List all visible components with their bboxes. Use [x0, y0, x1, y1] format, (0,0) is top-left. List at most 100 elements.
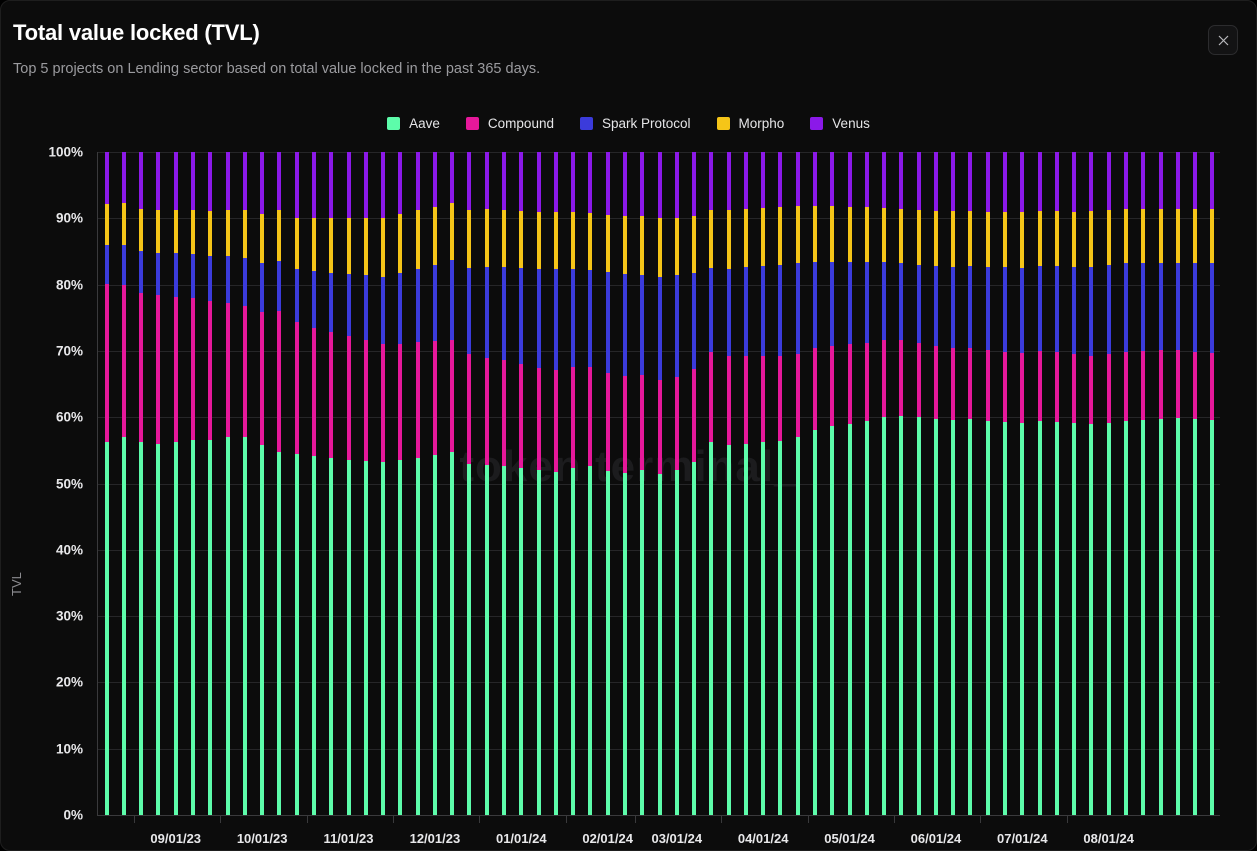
- stacked-bar[interactable]: [121, 152, 126, 815]
- stacked-bar[interactable]: [622, 152, 627, 815]
- stacked-bar[interactable]: [381, 152, 386, 815]
- stacked-bar[interactable]: [277, 152, 282, 815]
- stacked-bar[interactable]: [1175, 152, 1180, 815]
- stacked-bar[interactable]: [294, 152, 299, 815]
- stacked-bar[interactable]: [864, 152, 869, 815]
- stacked-bar[interactable]: [173, 152, 178, 815]
- stacked-bar[interactable]: [1054, 152, 1059, 815]
- legend-item-compound[interactable]: Compound: [465, 116, 554, 131]
- bar-segment-morpho: [951, 211, 956, 267]
- bar-segment-morpho: [847, 207, 852, 263]
- bar-segment-aave: [1037, 421, 1042, 815]
- stacked-bar[interactable]: [588, 152, 593, 815]
- bar-segment-compound: [415, 342, 420, 458]
- close-button[interactable]: [1208, 25, 1238, 55]
- stacked-bar[interactable]: [951, 152, 956, 815]
- bar-segment-venus: [225, 152, 230, 210]
- stacked-bar[interactable]: [242, 152, 247, 815]
- stacked-bar[interactable]: [985, 152, 990, 815]
- stacked-bar[interactable]: [743, 152, 748, 815]
- stacked-bar[interactable]: [1123, 152, 1128, 815]
- stacked-bar[interactable]: [640, 152, 645, 815]
- bar-segment-spark-protocol: [432, 265, 437, 341]
- bar-segment-venus: [502, 152, 506, 210]
- stacked-bar[interactable]: [519, 152, 524, 815]
- stacked-bar[interactable]: [968, 152, 973, 815]
- stacked-bar[interactable]: [536, 152, 541, 815]
- legend-item-venus[interactable]: Venus: [810, 116, 870, 131]
- stacked-bar[interactable]: [812, 152, 817, 815]
- bar-segment-morpho: [104, 203, 109, 245]
- bar-segment-aave: [882, 417, 887, 815]
- legend-swatch-icon: [465, 117, 479, 130]
- stacked-bar[interactable]: [795, 152, 800, 815]
- bar-segment-aave: [1089, 423, 1094, 815]
- stacked-bar[interactable]: [1072, 152, 1077, 815]
- legend-item-aave[interactable]: Aave: [387, 116, 440, 131]
- stacked-bar[interactable]: [311, 152, 316, 815]
- stacked-bar[interactable]: [450, 152, 455, 815]
- x-axis-tick-mark: [565, 816, 567, 823]
- stacked-bar[interactable]: [847, 152, 852, 815]
- bar-segment-aave: [1054, 421, 1059, 815]
- stacked-bar[interactable]: [415, 152, 420, 815]
- stacked-bar[interactable]: [432, 152, 437, 815]
- stacked-bar[interactable]: [329, 152, 334, 815]
- bar-segment-venus: [795, 152, 800, 207]
- bar-segment-compound: [933, 345, 938, 419]
- stacked-bar[interactable]: [709, 152, 714, 815]
- stacked-bar[interactable]: [657, 152, 662, 815]
- stacked-bar[interactable]: [467, 152, 472, 815]
- stacked-bar[interactable]: [346, 152, 351, 815]
- bar-segment-compound: [1020, 352, 1025, 423]
- stacked-bar[interactable]: [225, 152, 230, 815]
- bar-segment-compound: [1003, 351, 1008, 422]
- stacked-bar[interactable]: [363, 152, 368, 815]
- x-axis-tick-label: 04/01/24: [737, 831, 789, 846]
- bar-segment-morpho: [657, 218, 662, 277]
- stacked-bar[interactable]: [692, 152, 697, 815]
- bar-segment-spark-protocol: [104, 244, 109, 284]
- stacked-bar[interactable]: [1037, 152, 1042, 815]
- legend-item-morpho[interactable]: Morpho: [716, 116, 784, 131]
- bar-segment-compound: [951, 347, 956, 420]
- stacked-bar[interactable]: [726, 152, 731, 815]
- stacked-bar[interactable]: [605, 152, 610, 815]
- bar-segment-compound: [1089, 355, 1094, 424]
- stacked-bar[interactable]: [1210, 152, 1215, 815]
- stacked-bar[interactable]: [1003, 152, 1008, 815]
- stacked-bar[interactable]: [1193, 152, 1198, 815]
- bar-segment-venus: [1003, 152, 1008, 213]
- stacked-bar[interactable]: [191, 152, 196, 815]
- stacked-bar[interactable]: [933, 152, 938, 815]
- stacked-bar[interactable]: [484, 152, 489, 815]
- stacked-bar[interactable]: [208, 152, 213, 815]
- bar-segment-compound: [588, 366, 593, 467]
- stacked-bar[interactable]: [571, 152, 576, 815]
- stacked-bar[interactable]: [398, 152, 403, 815]
- stacked-bar[interactable]: [882, 152, 887, 815]
- stacked-bar[interactable]: [260, 152, 265, 815]
- stacked-bar[interactable]: [139, 152, 144, 815]
- stacked-bar[interactable]: [899, 152, 904, 815]
- bar-segment-aave: [864, 421, 869, 815]
- bar-segment-venus: [985, 152, 990, 212]
- stacked-bar[interactable]: [830, 152, 835, 815]
- stacked-bar[interactable]: [1106, 152, 1111, 815]
- stacked-bar[interactable]: [1020, 152, 1025, 815]
- bar-segment-spark-protocol: [588, 270, 593, 367]
- stacked-bar[interactable]: [1158, 152, 1163, 815]
- legend-item-spark-protocol[interactable]: Spark Protocol: [579, 116, 691, 131]
- stacked-bar[interactable]: [778, 152, 783, 815]
- stacked-bar[interactable]: [1089, 152, 1094, 815]
- stacked-bar[interactable]: [502, 152, 506, 815]
- stacked-bar[interactable]: [1141, 152, 1146, 815]
- stacked-bar[interactable]: [674, 152, 679, 815]
- stacked-bar[interactable]: [156, 152, 161, 815]
- stacked-bar[interactable]: [916, 152, 921, 815]
- bar-segment-venus: [346, 152, 351, 219]
- stacked-bar[interactable]: [761, 152, 766, 815]
- stacked-bar[interactable]: [553, 152, 558, 815]
- bar-segment-compound: [311, 327, 316, 456]
- stacked-bar[interactable]: [104, 152, 109, 815]
